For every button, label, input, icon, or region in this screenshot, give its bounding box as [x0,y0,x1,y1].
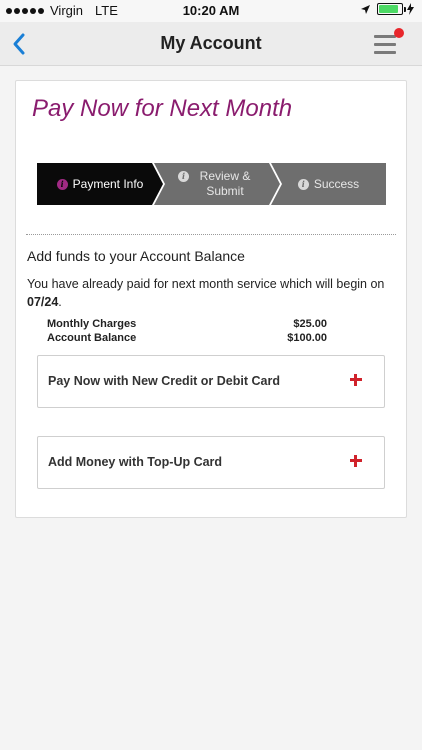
charge-row: Account Balance $100.00 [47,332,327,346]
step-label: Review & Submit [199,169,251,198]
progress-stepper: i Payment Info i Review & Submit i Succe… [37,163,386,205]
plus-icon [350,455,362,467]
charge-label: Monthly Charges [47,318,137,330]
info-icon: i [297,178,309,190]
plus-icon [350,374,362,386]
charge-row: Monthly Charges $25.00 [47,318,327,332]
charge-label: Account Balance [47,332,137,344]
step-label: Success [313,176,360,191]
step-payment-info: i Payment Info [37,163,163,205]
status-bar: Virgin LTE 10:20 AM [0,0,422,22]
paid-note-text: You have already paid for next month ser… [27,277,385,291]
payment-card: Pay Now for Next Month i Payment Info i … [15,80,407,518]
charge-amount: $25.00 [293,318,327,330]
page-title: Pay Now for Next Month [32,95,293,122]
navigation-bar: My Account [0,22,422,66]
pay-with-card-button[interactable]: Pay Now with New Credit or Debit Card [37,355,385,408]
add-topup-card-button[interactable]: Add Money with Top-Up Card [37,436,385,489]
action-label: Pay Now with New Credit or Debit Card [48,374,280,388]
paid-note: You have already paid for next month ser… [27,275,397,311]
step-success: i Success [271,163,386,205]
battery-icon [377,3,406,15]
location-arrow-icon [361,4,370,14]
period: . [58,295,62,309]
info-icon: i [178,171,189,182]
charges-table: Monthly Charges $25.00 Account Balance $… [47,318,327,346]
service-start-date: 07/24 [27,295,59,309]
charge-amount: $100.00 [287,332,327,344]
step-review-submit: i Review & Submit [154,163,280,205]
menu-button[interactable] [374,28,404,58]
charging-bolt-icon [407,3,414,15]
action-label: Add Money with Top-Up Card [48,455,223,469]
status-right [360,3,414,15]
dotted-divider [26,234,396,235]
step-label: Payment Info [72,176,144,191]
notification-dot [394,28,404,38]
status-time: 10:20 AM [182,3,240,18]
info-icon: i [56,178,68,190]
nav-title: My Account [160,33,262,53]
section-heading: Add funds to your Account Balance [27,248,245,264]
